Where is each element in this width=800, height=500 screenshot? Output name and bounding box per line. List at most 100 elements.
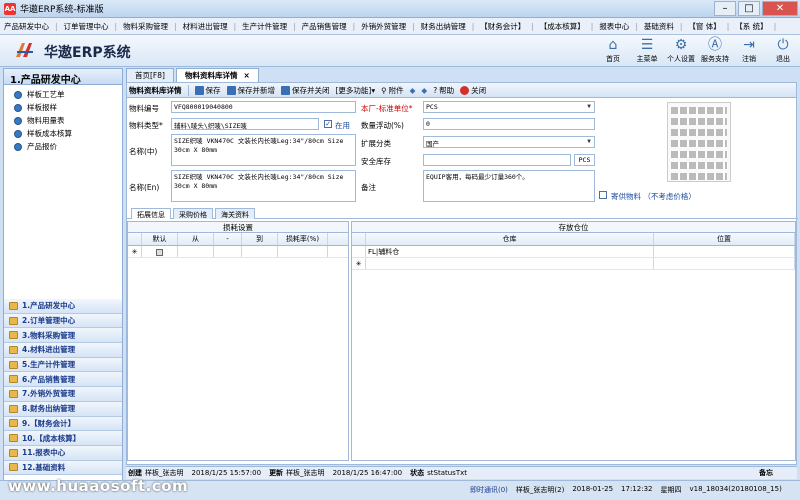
subtab-extended[interactable]: 拓展信息 (131, 208, 171, 219)
module-item[interactable]: 12.基础资料 (4, 460, 122, 476)
table-row[interactable]: ✳ (128, 246, 348, 258)
header-button-support[interactable]: Ⓐ 服务支持 (698, 37, 732, 64)
table-row[interactable]: FL|辅料仓 (352, 246, 795, 258)
menu-item[interactable]: 【系 统】 (735, 21, 767, 32)
subtab-customs[interactable]: 海关资料 (215, 208, 255, 219)
move-up-button[interactable]: ◆ (410, 86, 416, 95)
remark-input[interactable]: EQUIP客用，每码最少订量360个。 (423, 170, 595, 202)
subtab-purchase-price[interactable]: 采购价格 (173, 208, 213, 219)
checkbox-icon[interactable] (156, 248, 163, 256)
module-item[interactable]: 10.【成本核算】 (4, 431, 122, 446)
close-tab-icon[interactable]: × (243, 71, 249, 80)
module-item[interactable]: 2.订单管理中心 (4, 313, 122, 329)
table-cell[interactable] (278, 246, 328, 257)
column-header[interactable]: - (214, 233, 242, 245)
folder-icon (9, 345, 18, 354)
float-input[interactable]: 0 (423, 118, 595, 130)
tree-item[interactable]: 产品报价 (6, 140, 120, 153)
warehouse-cell[interactable]: FL|辅料仓 (366, 246, 654, 257)
module-item[interactable]: 9.【财务会计】 (4, 416, 122, 432)
supply-checkbox[interactable] (599, 191, 607, 199)
tab-home[interactable]: 首页[F8] (126, 68, 174, 82)
save-new-icon (226, 85, 236, 95)
column-header[interactable]: 位置 (654, 233, 795, 245)
table-cell[interactable] (214, 246, 242, 257)
table-cell[interactable] (142, 246, 178, 257)
code-input[interactable]: VFQ800019040800 (171, 101, 356, 113)
tree-item[interactable]: 样板成本核算 (6, 127, 120, 140)
tree-node-icon (14, 116, 22, 125)
tree-item[interactable]: 物料用量表 (6, 114, 120, 127)
type-input[interactable]: 辅料\唛头\织唛\SIZE唛 (171, 118, 319, 130)
stock-input[interactable] (423, 154, 571, 166)
attachment-button[interactable]: ⚲ 附件 (381, 85, 404, 96)
unit-select[interactable]: PCS ▼ (423, 101, 595, 113)
menu-item[interactable]: 【窗 体】 (688, 21, 720, 32)
column-header[interactable]: 从 (178, 233, 214, 245)
header-button-menu[interactable]: ☰ 主菜单 (630, 37, 664, 64)
menu-item[interactable]: 财务出纳管理 (421, 21, 466, 32)
module-item[interactable]: 3.物料采购管理 (4, 328, 122, 344)
table-cell[interactable] (242, 246, 278, 257)
table-row[interactable]: ✳ (352, 258, 795, 270)
menu-item[interactable]: 材料进出管理 (183, 21, 228, 32)
module-item[interactable]: 8.财务出纳管理 (4, 401, 122, 417)
move-down-button[interactable]: ◆ (421, 86, 427, 95)
module-item[interactable]: 7.外销外贸管理 (4, 387, 122, 402)
menu-item[interactable]: 基础资料 (644, 21, 674, 32)
category-select[interactable]: 国产 ▼ (423, 136, 595, 148)
menu-separator: | (352, 21, 356, 31)
state-label: 状态 (410, 469, 425, 477)
tree-item-label: 物料用量表 (27, 116, 65, 125)
chevron-down-icon: ▼ (587, 103, 591, 110)
minimize-button[interactable]: – (714, 1, 736, 16)
header-button-home[interactable]: ⌂ 首页 (596, 37, 630, 64)
table-cell[interactable] (178, 246, 214, 257)
header-button-logout[interactable]: ⇥ 注销 (732, 37, 766, 64)
im-notice[interactable]: 即时通讯(0) (470, 485, 508, 495)
name-en-input[interactable]: SIZE织唛 VKN470C 文装长内长唛Leg:34"/80cm Size 3… (171, 170, 356, 202)
close-form-button[interactable]: 关闭 (460, 85, 486, 96)
maximize-button[interactable]: □ (738, 1, 760, 16)
module-item[interactable]: 4.材料进出管理 (4, 343, 122, 358)
material-image[interactable] (667, 102, 731, 182)
more-functions-button[interactable]: [更多功能] ▾ (336, 85, 376, 96)
name-cn-input[interactable]: SIZE织唛 VKN470C 文装长内长唛Leg:34"/80cm Size 3… (171, 134, 356, 166)
location-cell[interactable] (654, 258, 795, 269)
column-header[interactable]: 损耗率(%) (278, 233, 328, 245)
help-icon: ? (433, 85, 438, 95)
menu-item[interactable]: 物料采购管理 (123, 21, 168, 32)
menu-item[interactable]: 产品销售管理 (302, 21, 347, 32)
tree-item[interactable]: 样板报样 (6, 101, 120, 114)
module-item[interactable]: 1.产品研发中心 (4, 299, 122, 314)
menu-item[interactable]: 产品研发中心 (4, 21, 49, 32)
column-header[interactable]: 到 (242, 233, 278, 245)
module-item[interactable]: 6.产品销售管理 (4, 372, 122, 388)
save-button[interactable]: 保存 (194, 85, 221, 96)
tree-item[interactable]: 样板工艺单 (6, 88, 120, 101)
column-header[interactable]: 默认 (142, 233, 178, 245)
module-item[interactable]: 5.生产计件管理 (4, 357, 122, 373)
menu-item[interactable]: 生产计件管理 (242, 21, 287, 32)
menu-item[interactable]: 外销外贸管理 (361, 21, 406, 32)
save-new-button[interactable]: 保存并新增 (226, 85, 275, 96)
header-button-power[interactable]: ⏻ 退出 (766, 37, 800, 64)
save-close-button[interactable]: 保存并关闭 (281, 85, 330, 96)
menu-item[interactable]: 【成本核算】 (540, 21, 585, 32)
location-cell[interactable] (654, 246, 795, 257)
memo-label[interactable]: 备忘 (759, 468, 773, 478)
menu-item[interactable]: 【财务会计】 (480, 21, 525, 32)
menu-item[interactable]: 订单管理中心 (64, 21, 109, 32)
module-item[interactable]: 11.报表中心 (4, 445, 122, 461)
close-window-button[interactable]: ✕ (762, 1, 798, 16)
help-button[interactable]: ? 帮助 (433, 85, 454, 96)
tab-material-detail[interactable]: 物料资料库详情 × (175, 68, 259, 82)
enabled-checkbox[interactable]: ✓ (324, 120, 332, 128)
header-button-gear[interactable]: ⚙ 个人设置 (664, 37, 698, 64)
save-close-icon (281, 85, 290, 95)
warehouse-cell[interactable] (366, 258, 654, 269)
current-weekday: 星期四 (660, 486, 682, 494)
column-header[interactable]: 仓库 (366, 233, 654, 245)
module-item-label: 8.财务出纳管理 (22, 404, 76, 414)
menu-item[interactable]: 报表中心 (599, 21, 629, 32)
